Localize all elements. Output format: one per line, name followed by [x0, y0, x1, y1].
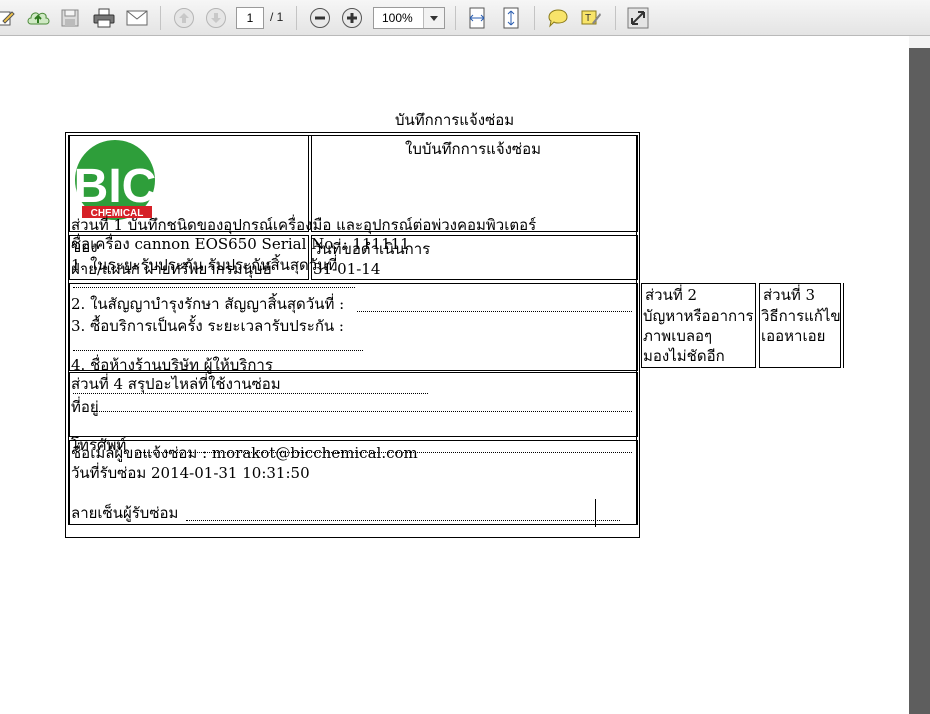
print-icon[interactable] [91, 5, 117, 31]
fit-page-icon[interactable] [498, 5, 524, 31]
section3-title: ส่วนที่ 3 [763, 286, 816, 304]
edit-icon[interactable] [0, 5, 18, 31]
fit-width-icon[interactable] [464, 5, 490, 31]
section3-edge [843, 283, 844, 368]
section2-title: ส่วนที่ 2 [645, 286, 698, 304]
pdf-page: บันทึกการแจ้งซ่อม BIC CHEMICAL ใบบันทึกก… [0, 36, 909, 714]
dotted-line [95, 411, 632, 412]
prev-page-icon[interactable] [171, 5, 197, 31]
section3-line: วิธีการแก้ไข [761, 307, 841, 325]
chevron-down-icon[interactable] [423, 8, 444, 28]
contract-line: 2. ในสัญญาบำรุงรักษา สัญญาสิ้นสุดวันที่ … [71, 295, 345, 313]
date-value: 31-01-14 [313, 260, 381, 278]
form-title: ใบบันทึกการแจ้งซ่อม [405, 140, 542, 158]
page-total: / 1 [270, 10, 284, 24]
address-label: ที่อยู่ [71, 398, 99, 416]
logo-text: BIC [74, 160, 157, 213]
email-icon[interactable] [124, 5, 150, 31]
zoom-select[interactable]: 100% [373, 7, 445, 29]
department-line: ฝ่าย/แผนก ฝ่ายทรัพยากรมนุษย์ [71, 260, 272, 278]
toolbar-separator [160, 6, 161, 30]
section2-line: บัญหาหรืออาการ [643, 307, 754, 325]
section4-title: ส่วนที่ 4 สรุปอะไหล่ที่ใช้งานซ่อม [71, 375, 281, 393]
dotted-line [73, 287, 355, 288]
dotted-line [357, 311, 632, 312]
received-line: วันที่รับซ่อม 2014-01-31 10:31:50 [71, 464, 310, 482]
scroll-up-button[interactable] [909, 36, 930, 48]
signature-line: ลายเซ็นผู้รับซ่อม [71, 504, 179, 522]
zoom-out-icon[interactable] [307, 5, 333, 31]
page-number-input[interactable]: 1 [236, 7, 264, 29]
section2-line: ภาพเบลอๆ [643, 327, 713, 345]
toolbar-separator [455, 6, 456, 30]
svg-text:T: T [585, 13, 591, 24]
section1-title: ส่วนที่ 1 บันทึกชนิดของอุปกรณ์เครื่องมือ… [71, 216, 537, 234]
signature-dotted-line [186, 520, 620, 521]
dotted-line [73, 393, 428, 394]
toolbar-separator [534, 6, 535, 30]
owner-label: ของ [71, 238, 98, 256]
bic-chemical-logo: BIC CHEMICAL [72, 140, 162, 224]
pdf-toolbar: 1 / 1 100% T [0, 0, 930, 36]
toolbar-separator [296, 6, 297, 30]
section3-line: เออหาเอย [761, 327, 826, 345]
comment-icon[interactable] [545, 5, 571, 31]
document-viewport[interactable]: บันทึกการแจ้งซ่อม BIC CHEMICAL ใบบันทึกก… [0, 36, 909, 714]
save-icon[interactable] [57, 5, 83, 31]
toolbar-separator [615, 6, 616, 30]
zoom-value: 100% [382, 11, 413, 25]
highlight-text-icon[interactable]: T [578, 5, 604, 31]
next-page-icon[interactable] [203, 5, 229, 31]
upload-icon[interactable] [25, 5, 51, 31]
section2-line: มองไม่ชัดอีก [643, 347, 725, 365]
service-line: 3. ซื้อบริการเป็นครั้ง ระยะเวลารับประกัน… [71, 317, 344, 335]
reporter-line: ชื่อเมล์ผู้ขอแจ้งซ่อม : morakot@bicchemi… [71, 444, 418, 462]
zoom-in-icon[interactable] [339, 5, 365, 31]
vertical-scrollbar[interactable] [909, 36, 930, 714]
header-title: บันทึกการแจ้งซ่อม [395, 111, 515, 129]
fullscreen-icon[interactable] [625, 5, 651, 31]
dotted-line [73, 350, 363, 351]
text-cursor [595, 499, 596, 527]
